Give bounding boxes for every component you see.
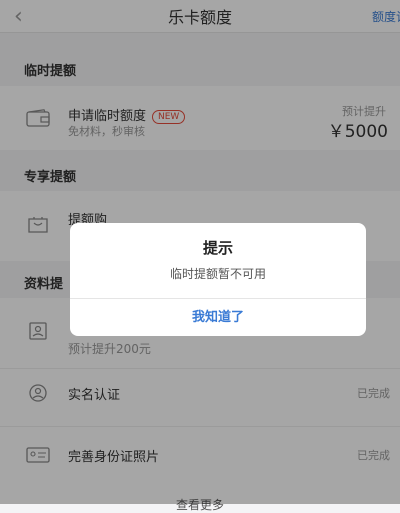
alert-dialog: 提示 临时提额暂不可用 我知道了	[70, 223, 366, 336]
dialog-message: 临时提额暂不可用	[169, 267, 266, 281]
dialog-title: 提示	[202, 239, 233, 257]
dialog-confirm-button[interactable]: 我知道了	[70, 299, 366, 336]
